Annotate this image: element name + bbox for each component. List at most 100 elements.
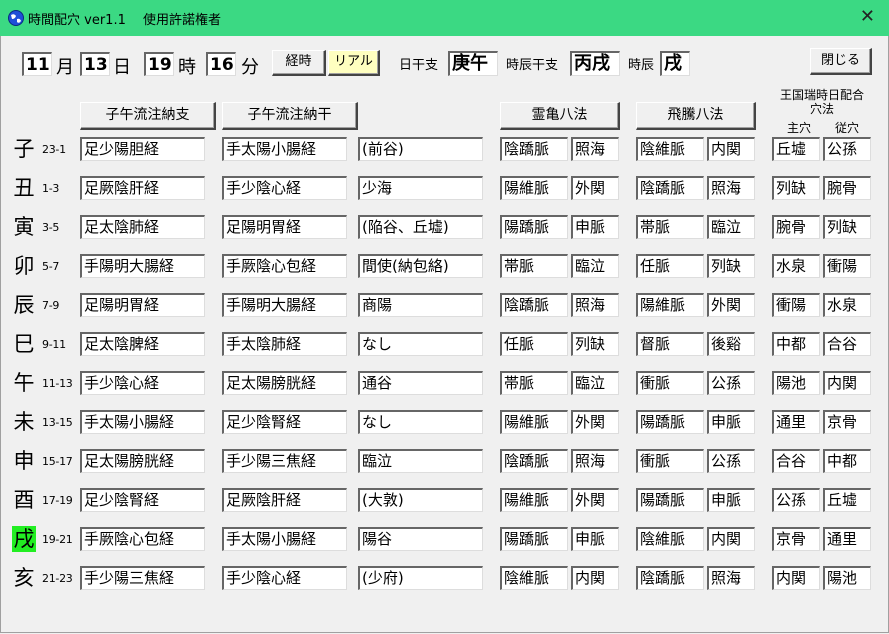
hitou-point-cell[interactable]: 公孫 [707,449,755,473]
shigo-kan-cell[interactable]: 手少陰心経 [222,176,347,200]
reiki-point-cell[interactable]: 外関 [571,410,619,434]
shigo-kan-cell[interactable]: 手厥陰心包経 [222,254,347,278]
shigo-shi-cell[interactable]: 手少陽三焦経 [80,566,205,590]
reiki-point-cell[interactable]: 申脈 [571,527,619,551]
ouko-sub-cell[interactable]: 中都 [823,449,871,473]
reiki-vessel-cell[interactable]: 陰維脈 [500,566,568,590]
hitou-point-cell[interactable]: 照海 [707,176,755,200]
ouko-sub-cell[interactable]: 腕骨 [823,176,871,200]
shigo-kan-cell[interactable]: 手太陰肺経 [222,332,347,356]
shigo-kan-cell[interactable]: 手太陽小腸経 [222,527,347,551]
point-cell[interactable]: (少府) [358,566,483,590]
point-cell[interactable]: 通谷 [358,371,483,395]
ouko-main-cell[interactable]: 京骨 [772,527,820,551]
shigo-kan-cell[interactable]: 手太陽小腸経 [222,137,347,161]
reiki-point-cell[interactable]: 内関 [571,566,619,590]
close-icon[interactable]: ✕ [860,6,875,27]
hitou-hachiho-button[interactable]: 飛騰八法 [636,102,756,130]
hitou-point-cell[interactable]: 外関 [707,293,755,317]
shigo-kan-cell[interactable]: 手少陽三焦経 [222,449,347,473]
shigo-shi-cell[interactable]: 足少陰腎経 [80,488,205,512]
hitou-point-cell[interactable]: 申脈 [707,488,755,512]
reiki-vessel-cell[interactable]: 陰蹻脈 [500,137,568,161]
hitou-point-cell[interactable]: 照海 [707,566,755,590]
ouko-main-cell[interactable]: 腕骨 [772,215,820,239]
ouko-sub-cell[interactable]: 京骨 [823,410,871,434]
hitou-vessel-cell[interactable]: 督脈 [636,332,704,356]
shigo-shi-cell[interactable]: 足厥陰肝経 [80,176,205,200]
reiki-vessel-cell[interactable]: 陽維脈 [500,176,568,200]
reiki-vessel-cell[interactable]: 帯脈 [500,254,568,278]
point-cell[interactable]: なし [358,332,483,356]
shigo-shi-cell[interactable]: 手太陽小腸経 [80,410,205,434]
keiji-button[interactable]: 経時 [272,50,326,76]
reiki-point-cell[interactable]: 列缺 [571,332,619,356]
shigo-shi-cell[interactable]: 足太陽膀胱経 [80,449,205,473]
reiki-vessel-cell[interactable]: 陽維脈 [500,488,568,512]
shigo-kan-cell[interactable]: 手少陰心経 [222,566,347,590]
shigo-kan-cell[interactable]: 足厥陰肝経 [222,488,347,512]
close-button[interactable]: 閉じる [810,48,872,75]
ouko-main-cell[interactable]: 公孫 [772,488,820,512]
hour-field[interactable]: 19 [144,52,174,76]
ouko-sub-cell[interactable]: 列缺 [823,215,871,239]
shigo-shi-button[interactable]: 子午流注納支 [80,102,216,130]
shigo-shi-cell[interactable]: 足陽明胃経 [80,293,205,317]
hitou-vessel-cell[interactable]: 衝脈 [636,371,704,395]
hitou-point-cell[interactable]: 公孫 [707,371,755,395]
reiki-point-cell[interactable]: 照海 [571,293,619,317]
point-cell[interactable]: なし [358,410,483,434]
shigo-shi-cell[interactable]: 手厥陰心包経 [80,527,205,551]
hitou-vessel-cell[interactable]: 任脈 [636,254,704,278]
reiki-vessel-cell[interactable]: 任脈 [500,332,568,356]
hitou-point-cell[interactable]: 後谿 [707,332,755,356]
reiki-point-cell[interactable]: 照海 [571,449,619,473]
ouko-sub-cell[interactable]: 丘墟 [823,488,871,512]
reiki-vessel-cell[interactable]: 陰蹻脈 [500,449,568,473]
reiki-point-cell[interactable]: 外関 [571,176,619,200]
ouko-sub-cell[interactable]: 陽池 [823,566,871,590]
minute-field[interactable]: 16 [206,52,236,76]
point-cell[interactable]: 間使(納包絡) [358,254,483,278]
point-cell[interactable]: (大敦) [358,488,483,512]
point-cell[interactable]: (前谷) [358,137,483,161]
point-cell[interactable]: 臨泣 [358,449,483,473]
ouko-sub-cell[interactable]: 公孫 [823,137,871,161]
ouko-sub-cell[interactable]: 内関 [823,371,871,395]
hitou-vessel-cell[interactable]: 陽蹻脈 [636,410,704,434]
ouko-main-cell[interactable]: 合谷 [772,449,820,473]
hitou-vessel-cell[interactable]: 陽維脈 [636,293,704,317]
hitou-point-cell[interactable]: 列缺 [707,254,755,278]
reiki-point-cell[interactable]: 照海 [571,137,619,161]
hitou-vessel-cell[interactable]: 陰維脈 [636,527,704,551]
reiki-vessel-cell[interactable]: 陽維脈 [500,410,568,434]
shigo-kan-cell[interactable]: 足太陽膀胱経 [222,371,347,395]
shigo-shi-cell[interactable]: 手少陰心経 [80,371,205,395]
reiki-vessel-cell[interactable]: 陰蹻脈 [500,293,568,317]
hitou-point-cell[interactable]: 申脈 [707,410,755,434]
hitou-point-cell[interactable]: 臨泣 [707,215,755,239]
shigo-shi-cell[interactable]: 足少陽胆経 [80,137,205,161]
point-cell[interactable]: (陥谷、丘墟) [358,215,483,239]
hitou-point-cell[interactable]: 内関 [707,137,755,161]
hitou-vessel-cell[interactable]: 陰蹻脈 [636,566,704,590]
reiki-point-cell[interactable]: 臨泣 [571,371,619,395]
hitou-vessel-cell[interactable]: 陰蹻脈 [636,176,704,200]
shigo-kan-cell[interactable]: 足少陰腎経 [222,410,347,434]
ouko-sub-cell[interactable]: 水泉 [823,293,871,317]
hitou-vessel-cell[interactable]: 陽蹻脈 [636,488,704,512]
reiki-vessel-cell[interactable]: 帯脈 [500,371,568,395]
shigo-shi-cell[interactable]: 手陽明大腸経 [80,254,205,278]
real-button[interactable]: リアル [328,50,380,76]
day-field[interactable]: 13 [80,52,110,76]
shigo-shi-cell[interactable]: 足太陰肺経 [80,215,205,239]
point-cell[interactable]: 少海 [358,176,483,200]
reiki-point-cell[interactable]: 臨泣 [571,254,619,278]
reiki-point-cell[interactable]: 申脈 [571,215,619,239]
month-field[interactable]: 11 [22,52,52,76]
point-cell[interactable]: 商陽 [358,293,483,317]
ouko-main-cell[interactable]: 内関 [772,566,820,590]
reiki-vessel-cell[interactable]: 陽蹻脈 [500,215,568,239]
shigo-kan-cell[interactable]: 手陽明大腸経 [222,293,347,317]
shigo-shi-cell[interactable]: 足太陰脾経 [80,332,205,356]
